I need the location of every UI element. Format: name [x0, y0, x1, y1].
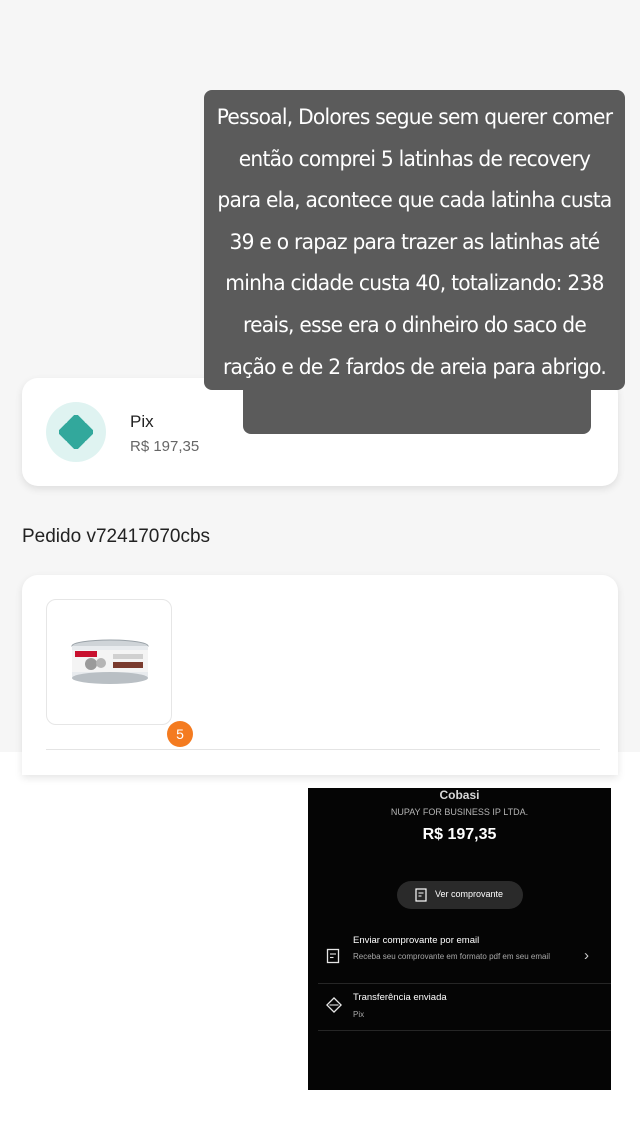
row-separator — [318, 983, 611, 984]
email-row-title: Enviar comprovante por email — [353, 935, 480, 946]
receipt-doc-icon — [326, 948, 340, 964]
product-thumbnail[interactable]: 5 — [46, 599, 193, 747]
receipt-doc-icon — [415, 888, 427, 902]
pix-icon — [326, 997, 342, 1013]
chevron-right-icon: › — [584, 947, 589, 964]
quantity-badge: 5 — [167, 721, 193, 747]
transfer-row-title: Transferência enviada — [353, 992, 447, 1003]
caption-bubble-tail — [243, 386, 591, 434]
receipt-merchant: Cobasi — [439, 788, 480, 802]
send-receipt-email-row[interactable]: Enviar comprovante por email Receba seu … — [308, 928, 611, 984]
transfer-row-description: Pix — [353, 1010, 365, 1019]
pix-receipt-screenshot: Cobasi NUPAY FOR BUSINESS IP LTDA. R$ 19… — [308, 788, 611, 1090]
order-items-card: 5 — [22, 575, 618, 775]
payment-amount: R$ 197,35 — [130, 438, 200, 455]
story-caption: Pessoal, Dolores segue sem querer comer … — [216, 105, 613, 380]
receipt-processor: NUPAY FOR BUSINESS IP LTDA. — [390, 807, 529, 817]
view-receipt-button[interactable]: Ver comprovante — [397, 881, 523, 909]
transfer-sent-row: Transferência enviada Pix — [308, 985, 611, 1031]
row-separator — [318, 1030, 611, 1031]
divider — [46, 749, 600, 750]
pix-icon — [46, 402, 106, 462]
payment-method-label: Pix — [130, 412, 154, 431]
receipt-amount: R$ 197,35 — [422, 826, 497, 843]
order-title: Pedido v72417070cbs — [22, 526, 211, 547]
pet-food-can-image — [71, 639, 149, 684]
email-row-description: Receba seu comprovante em formato pdf em… — [353, 952, 550, 961]
view-receipt-label: Ver comprovante — [435, 889, 504, 899]
